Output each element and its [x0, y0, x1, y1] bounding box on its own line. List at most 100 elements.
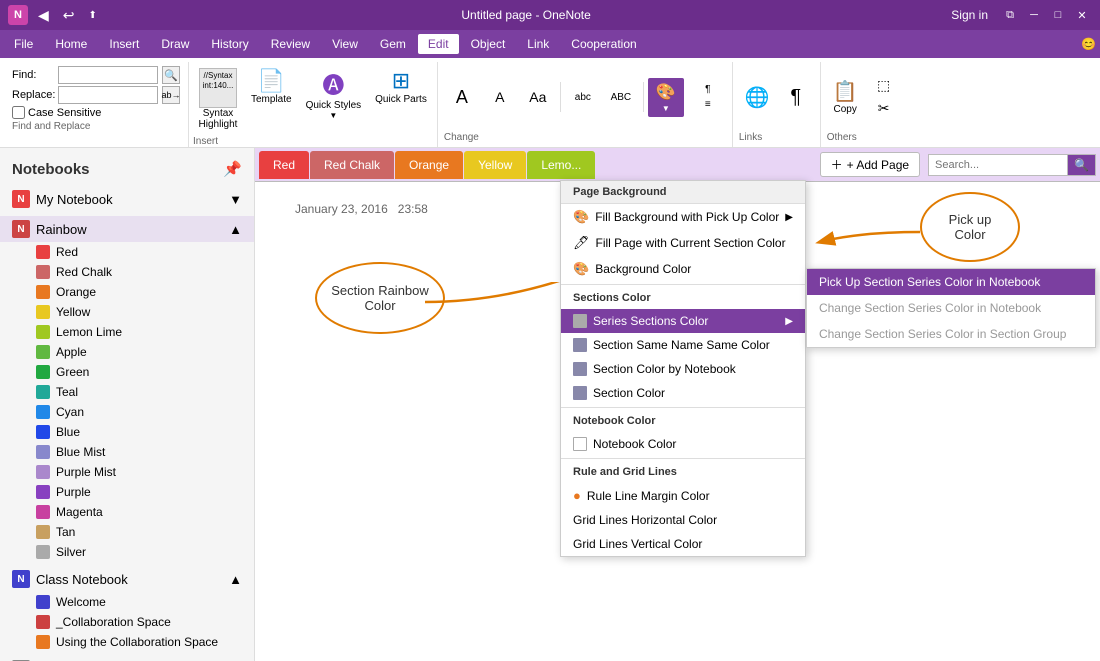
close-button[interactable]: ✕ — [1072, 5, 1092, 25]
bg-color-item[interactable]: 🎨 Background Color — [561, 256, 805, 282]
tab-red[interactable]: Red — [259, 151, 309, 179]
section-same-name-item[interactable]: Section Same Name Same Color — [561, 333, 805, 357]
notebooks-label: Notebooks — [12, 161, 90, 178]
menu-gem[interactable]: Gem — [370, 34, 416, 54]
cyan-label: Cyan — [56, 405, 84, 419]
quick-styles-button[interactable]: 🅐 Quick Styles ▼ — [300, 64, 368, 124]
menu-history[interactable]: History — [201, 34, 258, 54]
search-input[interactable] — [928, 154, 1068, 176]
font-size-up-button[interactable]: A — [444, 85, 480, 110]
restore-down-button[interactable]: ⧉ — [1000, 5, 1020, 25]
syntax-highlight-button[interactable]: //Syntaxint:140... SyntaxHighlight — [193, 64, 243, 134]
section-red-chalk[interactable]: Red Chalk — [0, 262, 254, 282]
section-magenta[interactable]: Magenta — [0, 502, 254, 522]
fill-background-item[interactable]: 🎨 Fill Background with Pick Up Color ▶ — [561, 204, 805, 230]
blue-label: Blue — [56, 425, 80, 439]
redo-button[interactable]: ⬆ — [85, 8, 101, 23]
minimize-button[interactable]: ─ — [1024, 5, 1044, 25]
grid-horizontal-item[interactable]: Grid Lines Horizontal Color — [561, 508, 805, 532]
section-color-item[interactable]: Section Color — [561, 381, 805, 405]
section-tabs: Red Red Chalk Orange Yellow Lemo... — [259, 151, 816, 179]
tab-orange[interactable]: Orange — [395, 151, 463, 179]
section-purple[interactable]: Purple — [0, 482, 254, 502]
copy-button[interactable]: 📋 Copy — [827, 75, 864, 119]
undo-button[interactable]: ↩ — [59, 5, 79, 26]
copy-sub2[interactable]: ✂ — [866, 98, 902, 119]
section-cyan[interactable]: Cyan — [0, 402, 254, 422]
section-tan[interactable]: Tan — [0, 522, 254, 542]
menu-draw[interactable]: Draw — [151, 34, 199, 54]
class-notebook-header[interactable]: N Class Notebook ▲ — [0, 566, 254, 592]
section-color-by-notebook-item[interactable]: Section Color by Notebook — [561, 357, 805, 381]
font-button[interactable]: Aa — [520, 87, 556, 107]
section-purple-mist[interactable]: Purple Mist — [0, 462, 254, 482]
fill-bg-icon: 🎨 — [573, 209, 589, 225]
rainbow-expand: ▲ — [229, 222, 242, 237]
tab-red-chalk[interactable]: Red Chalk — [310, 151, 394, 179]
menu-home[interactable]: Home — [45, 34, 97, 54]
rainbow-header[interactable]: N Rainbow ▲ — [0, 216, 254, 242]
section-orange[interactable]: Orange — [0, 282, 254, 302]
copy-sub1[interactable]: ⬚ — [866, 75, 902, 96]
using-collab-dot — [36, 635, 50, 649]
tab-yellow[interactable]: Yellow — [464, 151, 526, 179]
section-lemon-lime[interactable]: Lemon Lime — [0, 322, 254, 342]
font-size-down-button[interactable]: A — [482, 87, 518, 107]
series-sections-item[interactable]: Series Sections Color ▶ — [561, 309, 805, 333]
red-dot — [36, 245, 50, 259]
insert-group: //Syntaxint:140... SyntaxHighlight 📄 Tem… — [189, 62, 438, 147]
menu-insert[interactable]: Insert — [99, 34, 149, 54]
paragraph-btn[interactable]: ¶ — [690, 83, 726, 96]
template-button[interactable]: 📄 Template — [245, 64, 298, 109]
template-label: Template — [251, 94, 292, 105]
paragraphs-button[interactable]: ¶ — [778, 82, 814, 113]
back-button[interactable]: ◀ — [34, 5, 53, 26]
replace-search-button[interactable]: ab→ — [162, 86, 180, 104]
bullets-btn[interactable]: ≡ — [690, 98, 726, 111]
search-button[interactable]: 🔍 — [1068, 154, 1096, 176]
rule-line-margin-item[interactable]: ● Rule Line Margin Color — [561, 483, 805, 508]
fill-page-item[interactable]: 🖊 Fill Page with Current Section Color — [561, 230, 805, 256]
section-yellow[interactable]: Yellow — [0, 302, 254, 322]
section-welcome[interactable]: Welcome — [0, 592, 254, 612]
menu-edit[interactable]: Edit — [418, 34, 459, 54]
grid-vertical-item[interactable]: Grid Lines Vertical Color — [561, 532, 805, 556]
globe-button[interactable]: 🌐 — [739, 81, 776, 114]
my-notebook-header[interactable]: N My Notebook ▼ — [0, 186, 254, 212]
section-silver[interactable]: Silver — [0, 542, 254, 562]
sign-in-link[interactable]: Sign in — [951, 8, 988, 22]
replace-input[interactable] — [58, 86, 158, 104]
section-teal[interactable]: Teal — [0, 382, 254, 402]
find-input[interactable] — [58, 66, 158, 84]
section-red[interactable]: Red — [0, 242, 254, 262]
abc2-button[interactable]: ABC — [603, 90, 639, 105]
by-notebook-icon — [573, 362, 587, 376]
color-button[interactable]: 🎨 ▼ — [648, 78, 684, 117]
menu-file[interactable]: File — [4, 34, 43, 54]
onenote-icon[interactable]: N — [8, 5, 28, 25]
section-blue-mist[interactable]: Blue Mist — [0, 442, 254, 462]
add-page-button[interactable]: ＋ + Add Page — [820, 152, 920, 177]
menu-cooperation[interactable]: Cooperation — [561, 34, 646, 54]
menu-link[interactable]: Link — [517, 34, 559, 54]
menu-review[interactable]: Review — [261, 34, 320, 54]
menu-object[interactable]: Object — [461, 34, 516, 54]
series-icon — [573, 314, 587, 328]
case-sensitive-checkbox[interactable] — [12, 106, 25, 119]
menu-view[interactable]: View — [322, 34, 368, 54]
section-blue[interactable]: Blue — [0, 422, 254, 442]
abc-button[interactable]: abc — [565, 90, 601, 105]
find-search-button[interactable]: 🔍 — [162, 66, 180, 84]
quick-parts-button[interactable]: ⊞ Quick Parts — [369, 64, 433, 109]
notebook-color-item[interactable]: Notebook Color — [561, 432, 805, 456]
quick-notes-header[interactable]: N Quick Notes — [0, 656, 254, 661]
section-using-collab[interactable]: Using the Collaboration Space — [0, 632, 254, 652]
section-green[interactable]: Green — [0, 362, 254, 382]
maximize-button[interactable]: □ — [1048, 5, 1068, 25]
my-notebook-section: N My Notebook ▼ — [0, 186, 254, 212]
pickup-section-series-item[interactable]: Pick Up Section Series Color in Notebook — [807, 269, 1095, 295]
section-apple[interactable]: Apple — [0, 342, 254, 362]
section-collaboration[interactable]: _Collaboration Space — [0, 612, 254, 632]
syntax-label: SyntaxHighlight — [199, 108, 238, 130]
tab-lemon[interactable]: Lemo... — [527, 151, 595, 179]
